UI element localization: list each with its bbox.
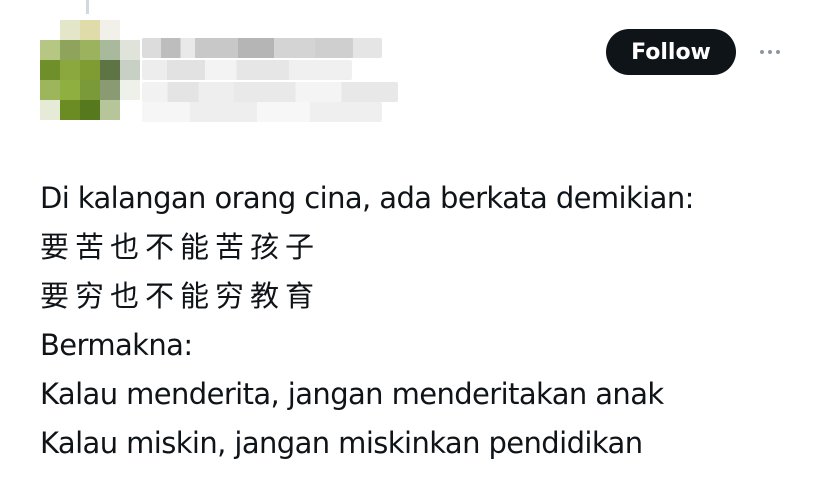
avatar-pixel xyxy=(40,100,60,120)
meta-blur xyxy=(142,82,398,102)
avatar[interactable] xyxy=(40,20,140,120)
tweet-text: Di kalangan orang cina, ada berkata demi… xyxy=(40,174,820,468)
avatar-pixel xyxy=(60,20,80,40)
avatar-pixel xyxy=(80,20,100,40)
avatar-pixel xyxy=(40,60,60,80)
display-name-blur xyxy=(142,38,382,58)
more-dot xyxy=(760,50,764,54)
avatar-pixel xyxy=(100,100,120,120)
tweet-line-meaning-2: Kalau miskin, jangan miskinkan pendidika… xyxy=(40,426,643,460)
avatar-pixel xyxy=(60,40,80,60)
avatar-pixel xyxy=(120,20,140,40)
avatar-pixel xyxy=(80,80,100,100)
avatar-pixel xyxy=(40,20,60,40)
avatar-pixel xyxy=(120,100,140,120)
avatar-pixel xyxy=(80,100,100,120)
tweet-line-meaning-label: Bermakna: xyxy=(40,328,193,362)
avatar-pixel xyxy=(60,80,80,100)
tweet-line-meaning-1: Kalau menderita, jangan menderitakan ana… xyxy=(40,377,664,411)
thread-connector-line xyxy=(86,0,89,14)
avatar-pixel xyxy=(60,60,80,80)
avatar-pixel xyxy=(120,80,140,100)
follow-button[interactable]: Follow xyxy=(606,29,736,75)
meta-blur-2 xyxy=(142,102,382,122)
more-dot xyxy=(768,50,772,54)
avatar-pixel xyxy=(40,40,60,60)
more-horizontal-icon[interactable] xyxy=(752,42,788,62)
avatar-pixel xyxy=(40,80,60,100)
tweet-line-intro: Di kalangan orang cina, ada berkata demi… xyxy=(40,181,694,215)
avatar-pixel xyxy=(100,80,120,100)
avatar-pixel xyxy=(100,60,120,80)
tweet-line-proverb-1: 要苦也不能苦孩子 xyxy=(40,230,321,264)
avatar-pixel xyxy=(100,20,120,40)
avatar-pixel xyxy=(60,100,80,120)
user-name-blurred[interactable] xyxy=(142,38,398,122)
avatar-pixel xyxy=(120,60,140,80)
tweet-line-proverb-2: 要穷也不能穷教育 xyxy=(40,279,321,313)
more-dot xyxy=(776,50,780,54)
avatar-pixel xyxy=(120,40,140,60)
avatar-pixel xyxy=(80,40,100,60)
avatar-pixel xyxy=(80,60,100,80)
avatar-pixel xyxy=(100,40,120,60)
username-blur xyxy=(142,60,352,80)
